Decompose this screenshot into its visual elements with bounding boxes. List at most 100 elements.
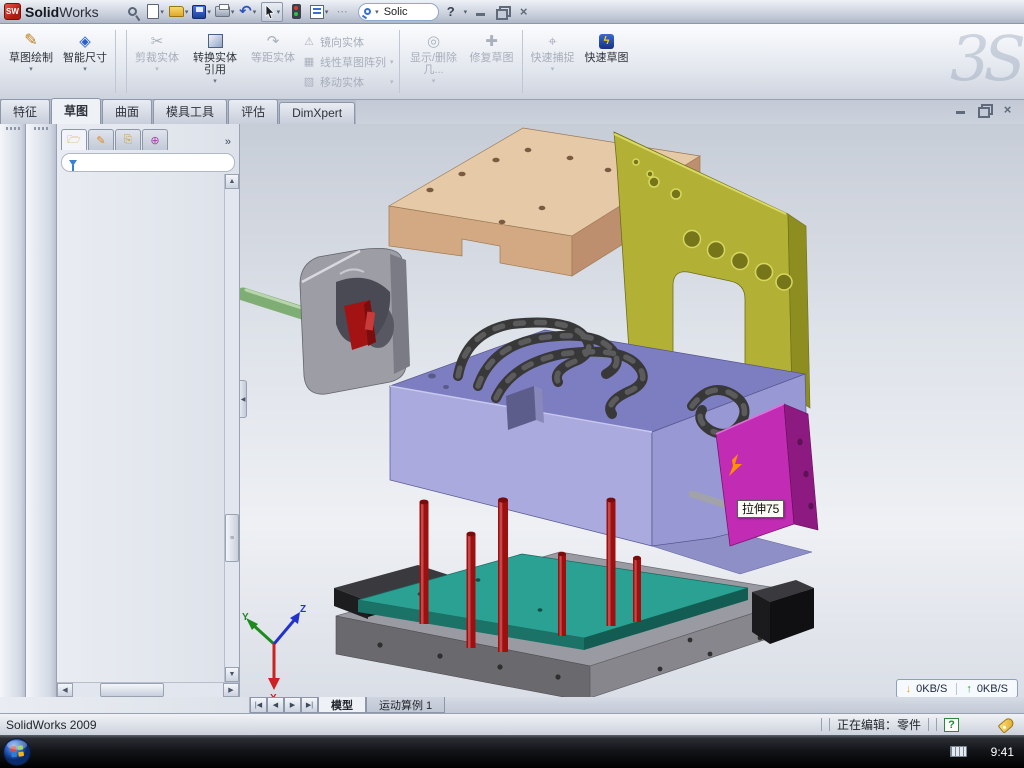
search-icon xyxy=(364,8,371,15)
tab-sketch[interactable]: 草图 xyxy=(51,98,101,124)
doc-minimize-button[interactable] xyxy=(955,104,968,115)
move-entities-button[interactable]: ▧ 移动实体▾ xyxy=(302,73,394,91)
rebuild-icon[interactable] xyxy=(286,3,306,21)
more-tabs-icon[interactable]: » xyxy=(225,136,237,150)
options-icon[interactable]: ▾ xyxy=(309,3,329,21)
rapid-sketch-button[interactable]: ϟ 快速草图 xyxy=(581,27,633,96)
new-document-icon[interactable]: ▾ xyxy=(146,3,166,21)
feature-manager-tabs: 🗁 ✎ ⎘ ⊕ » xyxy=(57,124,239,150)
convert-entities-icon xyxy=(208,34,223,48)
coordinate-triad: Y Z X xyxy=(242,604,306,697)
sketch-tools-stack: ⚠ 镜向实体 ▦ 线性草图阵列▾ ▧ 移动实体▾ xyxy=(302,26,394,97)
system-tray: 9:41 xyxy=(950,745,1024,759)
tree-filter-bar[interactable] xyxy=(61,153,235,172)
offset-entities-button[interactable]: ↷ 等距实体 xyxy=(247,27,299,96)
solidworks-logo-icon: SW xyxy=(4,3,21,20)
tree-vertical-scrollbar[interactable]: ▲ ≡ ▼ xyxy=(224,174,239,682)
model-tab[interactable]: 模型 xyxy=(318,697,366,713)
toolbar-grip[interactable] xyxy=(34,127,48,130)
open-document-icon[interactable]: ▾ xyxy=(169,3,189,21)
scroll-right-icon[interactable]: ▶ xyxy=(223,683,239,697)
tab-features[interactable]: 特征 xyxy=(0,99,50,124)
motion-study-tab[interactable]: 运动算例 1 xyxy=(366,697,445,713)
tag-icon[interactable] xyxy=(998,716,1016,733)
smart-dimension-icon: ◈ xyxy=(79,34,91,49)
repair-sketch-button[interactable]: ✚ 修复草图 xyxy=(466,27,518,96)
trim-entities-button[interactable]: ✂ 剪裁实体▾ xyxy=(131,27,183,96)
offset-icon: ↷ xyxy=(267,34,280,49)
quick-snaps-icon: ⌖ xyxy=(548,34,556,49)
search-input[interactable] xyxy=(382,5,430,19)
dimxpert-manager-tab[interactable]: ⊕ xyxy=(142,129,168,150)
linear-sketch-pattern-button[interactable]: ▦ 线性草图阵列▾ xyxy=(302,53,394,71)
close-button[interactable]: × xyxy=(517,6,530,17)
feature-manager-panel: 🗁 ✎ ⎘ ⊕ » ▲ ≡ ▼ ◀ ▶ xyxy=(57,124,240,697)
ds-watermark: 3S xyxy=(950,22,1020,95)
status-help-icon[interactable]: ? xyxy=(944,718,959,732)
scroll-down-icon[interactable]: ▼ xyxy=(225,667,239,682)
sketch-pencil-icon: ✎ xyxy=(24,33,37,49)
select-tool[interactable]: ▾ xyxy=(261,2,284,22)
upload-arrow-icon: ↑ xyxy=(966,683,972,695)
tree-horizontal-scrollbar[interactable]: ◀ ▶ xyxy=(57,682,239,697)
help-button[interactable]: ? xyxy=(447,4,455,19)
command-manager-ribbon: 3S ✎ 草图绘制▾ ◈ 智能尺寸▾ ✂ 剪裁实体▾ 转换实体引用▾ ↷ 等距实… xyxy=(0,24,1024,100)
tab-bar-spacer xyxy=(0,697,250,713)
part-rail-right[interactable] xyxy=(752,580,814,644)
taskbar-clock: 9:41 xyxy=(991,745,1014,759)
scrollbar-thumb[interactable] xyxy=(100,683,164,697)
scroll-left-icon[interactable]: ◀ xyxy=(57,683,73,697)
overflow-toolbar-icon[interactable]: ⋯ xyxy=(332,3,352,21)
tab-surfaces[interactable]: 曲面 xyxy=(102,99,152,124)
move-entities-icon: ▧ xyxy=(302,75,316,88)
toolbar-grip[interactable] xyxy=(6,127,20,130)
doc-restore-button[interactable] xyxy=(978,104,991,115)
tab-dimxpert[interactable]: DimXpert xyxy=(279,102,355,124)
last-tab-icon[interactable]: ▶| xyxy=(301,697,318,713)
document-tab-bar: |◀ ◀ ▶ ▶| 模型 运动算例 1 xyxy=(0,697,1024,713)
feature-manager-tab[interactable]: 🗁 xyxy=(61,129,87,150)
tab-evaluate[interactable]: 评估 xyxy=(228,99,278,124)
features-toolbar-column xyxy=(0,124,26,697)
part-insert-block[interactable] xyxy=(243,248,410,394)
scrollbar-thumb[interactable]: ≡ xyxy=(225,514,239,562)
start-button[interactable] xyxy=(2,737,32,767)
save-icon[interactable]: ▾ xyxy=(192,3,212,21)
sketch-draw-button[interactable]: ✎ 草图绘制▾ xyxy=(5,27,57,96)
display-delete-relations-button[interactable]: ◎ 显示/删除几...▾ xyxy=(404,27,464,96)
search-caret-icon[interactable]: ▾ xyxy=(375,8,379,16)
select-arrow-icon xyxy=(264,5,276,19)
scroll-up-icon[interactable]: ▲ xyxy=(225,174,239,189)
first-tab-icon[interactable]: |◀ xyxy=(250,697,267,713)
print-icon[interactable]: ▾ xyxy=(215,3,235,21)
search-box[interactable]: ▾ xyxy=(358,3,439,21)
smart-dimension-button[interactable]: ◈ 智能尺寸▾ xyxy=(59,27,111,96)
configuration-manager-tab[interactable]: ⎘ xyxy=(115,129,141,150)
undo-icon[interactable]: ↶▾ xyxy=(238,3,258,21)
mirror-entities-button[interactable]: ⚠ 镜向实体 xyxy=(302,33,394,51)
panel-splitter-handle[interactable]: ◀ xyxy=(240,380,247,418)
mirror-icon: ⚠ xyxy=(302,35,316,48)
next-tab-icon[interactable]: ▶ xyxy=(284,697,301,713)
window-controls: ? ▾ × xyxy=(447,4,538,19)
download-arrow-icon: ↓ xyxy=(906,683,912,695)
help-caret-icon[interactable]: ▾ xyxy=(464,8,468,16)
model-canvas[interactable]: Y Z X xyxy=(240,124,1024,697)
prev-tab-icon[interactable]: ◀ xyxy=(267,697,284,713)
tab-mold-tools[interactable]: 模具工具 xyxy=(153,99,227,124)
repair-sketch-icon: ✚ xyxy=(485,34,498,49)
restore-button[interactable] xyxy=(496,6,509,17)
triad-y-label: Y xyxy=(242,612,249,623)
quick-snaps-button[interactable]: ⌖ 快速捕捉▾ xyxy=(527,27,579,96)
minimize-button[interactable] xyxy=(475,6,488,17)
convert-entities-button[interactable]: 转换实体引用▾ xyxy=(185,27,245,96)
input-keyboard-icon[interactable] xyxy=(950,746,967,757)
graphics-viewport[interactable]: Y Z X 拉伸75 ◀ ↓0KB/S ↑0KB/S xyxy=(240,124,1024,697)
pin-toolbar-icon[interactable] xyxy=(123,3,143,21)
doc-close-button[interactable]: × xyxy=(1001,104,1014,115)
rapid-sketch-icon: ϟ xyxy=(599,34,614,49)
upload-speed: 0KB/S xyxy=(977,683,1008,695)
property-manager-tab[interactable]: ✎ xyxy=(88,129,114,150)
viewport-top-strip: × xyxy=(356,100,1024,124)
command-tab-row: 特征 草图 曲面 模具工具 评估 DimXpert × xyxy=(0,100,1024,124)
